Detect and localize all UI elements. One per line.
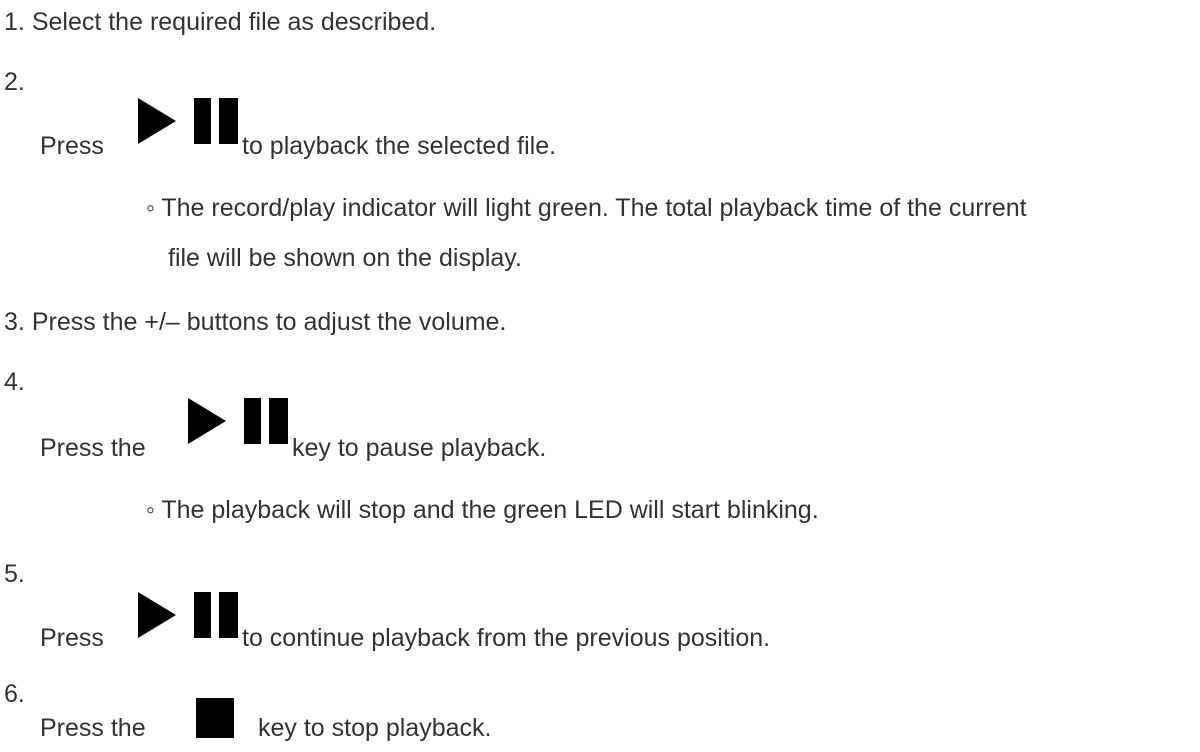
step-number: 1. <box>4 8 25 36</box>
step-text: Select the required file as described. <box>31 8 437 36</box>
step-2-prefix: Press <box>40 132 104 160</box>
step-4-suffix: key to pause playback. <box>292 434 547 462</box>
step-number: 3. <box>4 308 25 336</box>
step-number-4: 4. <box>4 368 25 396</box>
step-2-suffix: to playback the selected file. <box>242 132 557 160</box>
step-5-prefix: Press <box>40 624 104 652</box>
step-number-6: 6. <box>4 680 25 708</box>
note-text: The record/play indicator will light gre… <box>161 194 1027 222</box>
step-6-prefix: Press the <box>40 714 146 742</box>
step-4-note: ◦ The playback will stop and the green L… <box>146 496 819 525</box>
bullet: ◦ <box>146 194 155 222</box>
step-1: 1. Select the required file as described… <box>4 8 436 37</box>
bullet: ◦ <box>146 496 155 524</box>
step-5-suffix: to continue playback from the previous p… <box>242 624 771 652</box>
play-pause-icon <box>188 398 290 444</box>
step-number-2: 2. <box>4 68 25 96</box>
step-6-suffix: key to stop playback. <box>258 714 492 742</box>
play-pause-icon <box>138 98 240 144</box>
step-2-note: ◦ The record/play indicator will light g… <box>146 194 1027 223</box>
play-pause-icon <box>138 592 240 638</box>
step-text: Press the +/– buttons to adjust the volu… <box>31 308 507 336</box>
stop-icon <box>196 698 234 738</box>
step-2-note-cont: file will be shown on the display. <box>168 244 522 272</box>
step-3: 3. Press the +/– buttons to adjust the v… <box>4 308 506 337</box>
step-4-prefix: Press the <box>40 434 146 462</box>
step-number-5: 5. <box>4 560 25 588</box>
note-text: The playback will stop and the green LED… <box>161 496 819 524</box>
